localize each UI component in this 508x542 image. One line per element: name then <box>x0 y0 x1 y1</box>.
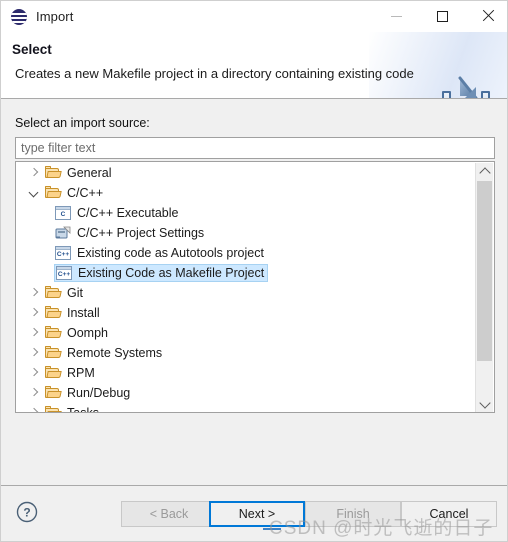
tree-item-label: Run/Debug <box>67 386 131 400</box>
folder-icon <box>45 306 62 320</box>
import-arrow-icon <box>442 76 490 98</box>
dialog-footer: ? < Back Next > Finish Cancel <box>1 485 507 541</box>
import-dialog: Import Select Creates a new Makefile pro… <box>0 0 508 542</box>
watermark-line <box>263 528 281 530</box>
close-button[interactable] <box>465 1 507 31</box>
tree-item-content: Tasks <box>44 404 102 413</box>
chevron-right-icon[interactable] <box>26 165 42 181</box>
back-button[interactable]: < Back <box>121 501 217 527</box>
chevron-right-icon[interactable] <box>26 345 42 361</box>
chevron-down-icon <box>478 397 491 409</box>
tree-item-label: Git <box>67 286 83 300</box>
svg-text:?: ? <box>23 506 30 520</box>
scroll-up-button[interactable] <box>476 163 493 180</box>
minimize-button[interactable] <box>373 1 419 31</box>
maximize-button[interactable] <box>419 1 465 31</box>
tree-item[interactable]: Remote Systems <box>16 343 476 363</box>
finish-button[interactable]: Finish <box>305 501 401 527</box>
folder-icon <box>45 406 62 412</box>
settings-icon <box>55 226 71 240</box>
tree-item-label: C/C++ Executable <box>77 206 179 220</box>
tree-item-label: RPM <box>67 366 95 380</box>
tree-item-label: General <box>67 166 112 180</box>
tree-item-content: C/C++ Project Settings <box>54 224 207 242</box>
tree-item[interactable]: Tasks <box>16 403 476 413</box>
tree-item-content: General <box>44 164 114 182</box>
tree-item[interactable]: Oomph <box>16 323 476 343</box>
tree-item-content: Git <box>44 284 86 302</box>
tree-item[interactable]: Git <box>16 283 476 303</box>
tree-item-content: Remote Systems <box>44 344 165 362</box>
tree-rows-container: General C/C++ C C/C++ Executable C/C++ Proje… <box>16 163 476 413</box>
folder-icon <box>45 366 62 380</box>
filter-input[interactable] <box>15 137 495 159</box>
tree-vertical-scrollbar[interactable] <box>475 163 493 412</box>
chevron-right-icon[interactable] <box>26 405 42 412</box>
dialog-body: Select an import source: General C/C++ C C/… <box>1 99 507 485</box>
page-title: Select <box>12 42 52 57</box>
tree-item[interactable]: General <box>16 163 476 183</box>
tree-item-label: Tasks <box>67 406 99 413</box>
tree-item-label: Existing Code as Makefile Project <box>78 266 265 280</box>
tree-item-content: C/C++ <box>44 184 106 202</box>
tree-item[interactable]: C/C++ Project Settings <box>16 223 476 243</box>
folder-icon <box>45 166 62 180</box>
eclipse-icon <box>11 8 27 25</box>
chevron-right-icon[interactable] <box>26 305 42 321</box>
tree-item[interactable]: C++ Existing Code as Makefile Project <box>16 263 476 283</box>
tree-item-content: C++ Existing code as Autotools project <box>54 244 267 262</box>
chevron-up-icon <box>478 167 491 179</box>
tree-item[interactable]: C++ Existing code as Autotools project <box>16 243 476 263</box>
tree-item[interactable]: RPM <box>16 363 476 383</box>
maximize-icon <box>436 10 448 22</box>
help-question-icon[interactable]: ? <box>16 501 38 523</box>
chevron-right-icon[interactable] <box>26 285 42 301</box>
tree-item-content: Install <box>44 304 103 322</box>
tree-item-label: Remote Systems <box>67 346 163 360</box>
minimize-icon <box>390 15 402 17</box>
tree-item-content: Run/Debug <box>44 384 133 402</box>
c-file-icon: C <box>55 206 71 220</box>
scroll-down-button[interactable] <box>476 396 493 412</box>
folder-icon <box>45 286 62 300</box>
tree-item[interactable]: Run/Debug <box>16 383 476 403</box>
tree-item-label: Oomph <box>67 326 108 340</box>
folder-icon <box>45 346 62 360</box>
cancel-button[interactable]: Cancel <box>401 501 497 527</box>
tree-item-content: C++ Existing Code as Makefile Project <box>54 264 269 282</box>
title-bar: Import <box>1 1 507 32</box>
tree-item-content: RPM <box>44 364 98 382</box>
cpp-file-icon: C++ <box>56 266 72 280</box>
tree-item[interactable]: Install <box>16 303 476 323</box>
folder-icon <box>45 186 62 200</box>
close-icon <box>482 10 494 22</box>
import-source-label: Select an import source: <box>15 116 150 130</box>
window-title: Import <box>36 9 74 24</box>
page-description: Creates a new Makefile project in a dire… <box>15 66 414 81</box>
tree-item[interactable]: C C/C++ Executable <box>16 203 476 223</box>
folder-icon <box>45 386 62 400</box>
tree-item-content: Oomph <box>44 324 111 342</box>
import-source-tree[interactable]: General C/C++ C C/C++ Executable C/C++ Proje… <box>15 161 495 413</box>
chevron-down-icon[interactable] <box>26 185 42 201</box>
tree-item-label: Install <box>67 306 100 320</box>
tree-item-label: C/C++ <box>67 186 104 200</box>
tree-item[interactable]: C/C++ <box>16 183 476 203</box>
folder-icon <box>45 326 62 340</box>
tree-item-label: C/C++ Project Settings <box>77 226 205 240</box>
tree-item-content: C C/C++ Executable <box>54 204 181 222</box>
next-button[interactable]: Next > <box>209 501 305 527</box>
chevron-right-icon[interactable] <box>26 325 42 341</box>
wizard-banner: Select Creates a new Makefile project in… <box>1 32 507 99</box>
chevron-right-icon[interactable] <box>26 365 42 381</box>
cpp-file-icon: C++ <box>55 246 71 260</box>
tree-item-label: Existing code as Autotools project <box>77 246 264 260</box>
chevron-right-icon[interactable] <box>26 385 42 401</box>
scrollbar-thumb[interactable] <box>477 181 492 361</box>
